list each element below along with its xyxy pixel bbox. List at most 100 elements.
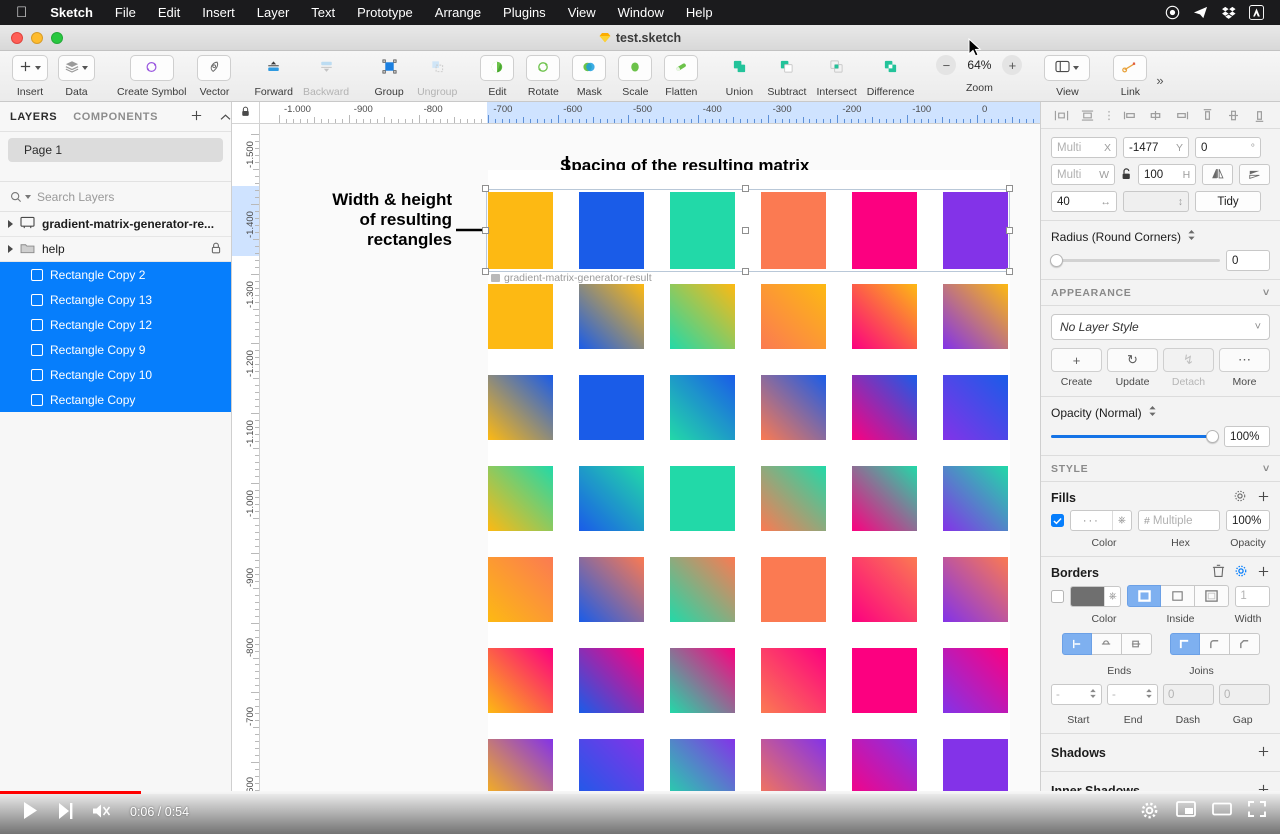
- gradient-cell-teal-coral[interactable]: [761, 466, 826, 531]
- distribute-icon[interactable]: [1106, 108, 1112, 123]
- chevron-down-icon[interactable]: ˅: [1263, 287, 1270, 299]
- gradient-cell-coral-teal[interactable]: [670, 557, 735, 622]
- record-icon[interactable]: [1165, 5, 1180, 20]
- toolbar-button-create-symbol[interactable]: Create Symbol: [113, 55, 190, 98]
- selection-handle[interactable]: [742, 185, 749, 192]
- gradient-cell-teal-blue[interactable]: [579, 466, 644, 531]
- height-field[interactable]: 100 H: [1138, 164, 1197, 185]
- collapse-pages-button[interactable]: [219, 110, 232, 124]
- selection-handle[interactable]: [1006, 226, 1013, 234]
- align-right-edge-icon[interactable]: [1174, 108, 1189, 123]
- toolbar-button-rotate[interactable]: Rotate: [521, 55, 565, 98]
- toolbar-button-group[interactable]: Group: [367, 55, 411, 98]
- gradient-cell-coral-coral[interactable]: [761, 557, 826, 622]
- y-field[interactable]: -1477 Y: [1123, 137, 1189, 158]
- menu-item-sketch[interactable]: Sketch: [39, 0, 104, 25]
- toolbar-button-edit[interactable]: Edit: [475, 55, 519, 98]
- dash-start-field[interactable]: -: [1051, 684, 1102, 705]
- miniplayer-icon[interactable]: [1176, 801, 1196, 819]
- appearance-section-header[interactable]: APPEARANCE ˅: [1041, 280, 1280, 306]
- flip-horizontal-button[interactable]: [1202, 164, 1234, 185]
- menu-item-help[interactable]: Help: [675, 0, 724, 25]
- selection-handle[interactable]: [742, 268, 749, 275]
- tab-layers[interactable]: LAYERS: [10, 111, 57, 123]
- border-position-center-button[interactable]: [1127, 585, 1162, 607]
- align-left-edge-icon[interactable]: [1123, 108, 1138, 123]
- align-bottom-icon[interactable]: [1252, 108, 1267, 123]
- menu-item-text[interactable]: Text: [300, 0, 346, 25]
- fill-enabled-checkbox[interactable]: [1051, 514, 1064, 527]
- more-style-action[interactable]: ⋯ More: [1219, 348, 1270, 388]
- gradient-cell-coral-purple[interactable]: [943, 557, 1008, 622]
- gradient-cell-magenta-amber[interactable]: [488, 648, 553, 713]
- search-input[interactable]: [37, 189, 207, 204]
- end-square-button[interactable]: [1121, 633, 1152, 655]
- align-middle-icon[interactable]: [1226, 108, 1241, 123]
- layer-row-rectangle-copy[interactable]: Rectangle Copy: [0, 387, 231, 412]
- flip-vertical-button[interactable]: [1239, 164, 1270, 185]
- fill-hex-field[interactable]: # Multiple: [1138, 510, 1220, 531]
- menu-item-edit[interactable]: Edit: [147, 0, 191, 25]
- next-icon[interactable]: [57, 802, 74, 823]
- gradient-cell-teal-amber[interactable]: [488, 466, 553, 531]
- style-section-header[interactable]: STYLE ˅: [1041, 456, 1280, 482]
- align-top-icon[interactable]: [1200, 108, 1215, 123]
- border-position-outside-button[interactable]: [1195, 585, 1230, 607]
- toolbar-button-link[interactable]: Link: [1108, 55, 1152, 98]
- gradient-cell-teal-purple[interactable]: [943, 466, 1008, 531]
- adobe-icon[interactable]: [1249, 5, 1264, 20]
- inner-shadows-header[interactable]: Inner Shadows: [1041, 772, 1280, 791]
- gradient-cell-magenta-teal[interactable]: [670, 648, 735, 713]
- width-field[interactable]: Multi W: [1051, 164, 1115, 185]
- border-width-field[interactable]: 1: [1235, 585, 1270, 607]
- gradient-cell-amber-amber[interactable]: [488, 284, 553, 349]
- gradient-cell-teal-magenta[interactable]: [852, 466, 917, 531]
- lock-open-icon[interactable]: [1121, 168, 1132, 181]
- gear-icon[interactable]: [1140, 801, 1158, 819]
- selection-handle[interactable]: [482, 226, 489, 234]
- toolbar-button-view[interactable]: View: [1040, 55, 1094, 98]
- gradient-cell-amber-blue[interactable]: [579, 284, 644, 349]
- apple-icon[interactable]: : [10, 5, 39, 20]
- layer-row-rectangle-copy-9[interactable]: Rectangle Copy 9: [0, 337, 231, 362]
- update-style-action[interactable]: ↻ Update: [1107, 348, 1158, 388]
- toolbar-button-flatten[interactable]: Flatten: [659, 55, 703, 98]
- layer-row-rectangle-copy-12[interactable]: Rectangle Copy 12: [0, 312, 231, 337]
- add-inner-shadow-button[interactable]: [1257, 783, 1270, 791]
- selection-handle[interactable]: [742, 226, 749, 234]
- join-bevel-button[interactable]: [1229, 633, 1260, 655]
- gradient-cell-purple-amber[interactable]: [488, 739, 553, 791]
- disclosure-triangle-icon[interactable]: [8, 245, 13, 253]
- toolbar-button-mask[interactable]: Mask: [567, 55, 611, 98]
- gradient-cell-purple-purple[interactable]: [943, 739, 1008, 791]
- toolbar-zoom-control[interactable]: − 64% + Zoom: [932, 55, 1026, 94]
- gradient-cell-coral-magenta[interactable]: [852, 557, 917, 622]
- gradient-cell-teal-teal[interactable]: [670, 466, 735, 531]
- toolbar-button-data[interactable]: Data: [54, 55, 99, 98]
- menu-item-plugins[interactable]: Plugins: [492, 0, 557, 25]
- page-item[interactable]: Page 1: [8, 138, 223, 162]
- muted-volume-icon[interactable]: [92, 802, 112, 823]
- border-color-chip[interactable]: ⎈: [1070, 585, 1122, 607]
- gradient-cell-blue-magenta[interactable]: [852, 375, 917, 440]
- menu-item-view[interactable]: View: [557, 0, 607, 25]
- gradient-cell-coral-blue[interactable]: [579, 557, 644, 622]
- gradient-cell-amber-magenta[interactable]: [852, 284, 917, 349]
- design-canvas[interactable]: Spacing of the resulting matrix Width & …: [260, 124, 1040, 791]
- layer-row-help-group[interactable]: help: [0, 237, 231, 262]
- dash-length-field[interactable]: 0: [1163, 684, 1214, 705]
- theater-icon[interactable]: [1212, 801, 1232, 819]
- border-position-inside-button[interactable]: [1161, 585, 1196, 607]
- radius-slider-knob[interactable]: [1050, 254, 1063, 267]
- gradient-cell-purple-teal[interactable]: [670, 739, 735, 791]
- artboard-label[interactable]: gradient-matrix-generator-result: [491, 272, 652, 284]
- toolbar-button-scale[interactable]: Scale: [613, 55, 657, 98]
- tidy-button[interactable]: Tidy: [1195, 191, 1261, 212]
- opacity-slider-knob[interactable]: [1206, 430, 1219, 443]
- toolbar-overflow-button[interactable]: »: [1152, 73, 1163, 88]
- toolbar-button-intersect[interactable]: Intersect: [812, 55, 860, 98]
- align-left-icon[interactable]: [1054, 108, 1069, 123]
- gradient-cell-amber-coral[interactable]: [761, 284, 826, 349]
- vertical-spacing-field[interactable]: ↕: [1123, 191, 1189, 212]
- end-round-button[interactable]: [1091, 633, 1122, 655]
